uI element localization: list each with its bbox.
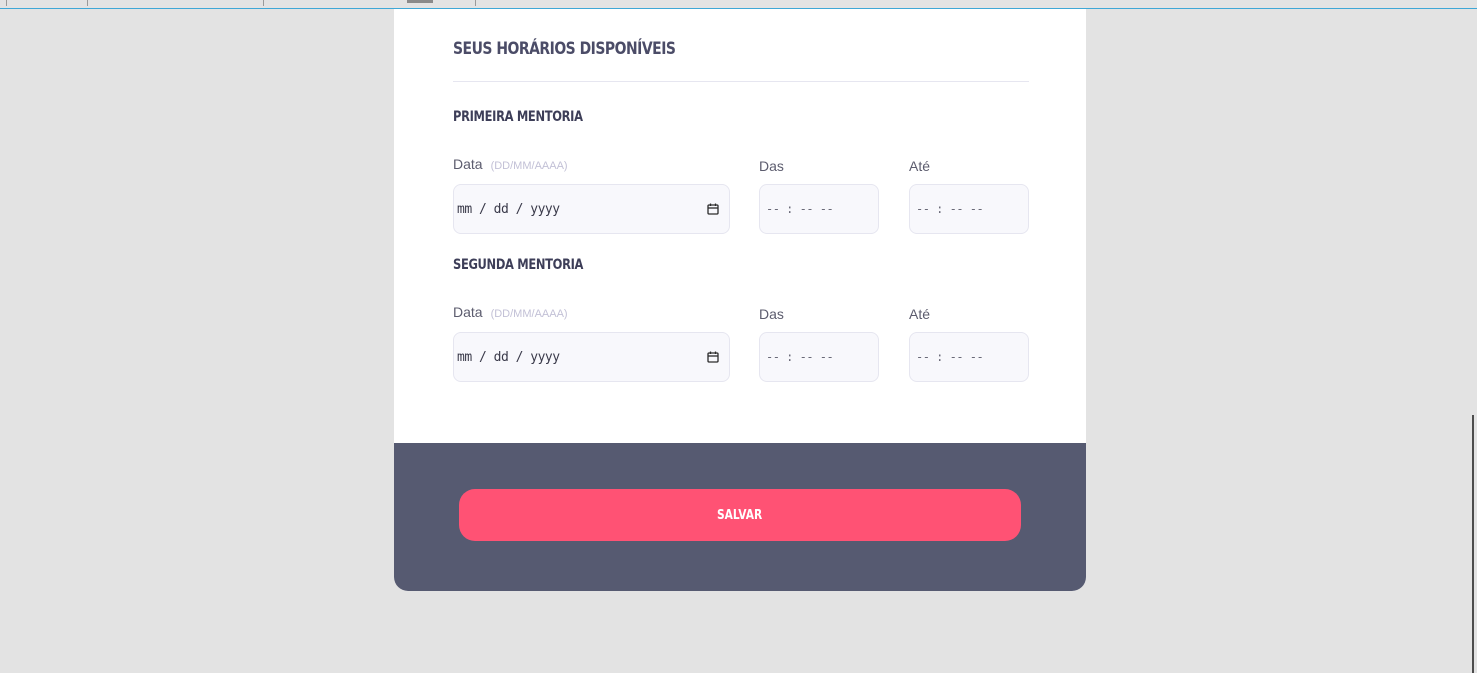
second-to-time-input[interactable]: -- : -- -- xyxy=(909,332,1029,382)
time-input-value: -- : -- -- xyxy=(916,202,984,216)
time-input-value: -- : -- -- xyxy=(916,350,984,364)
calendar-icon[interactable] xyxy=(707,351,719,363)
toolbar-separator xyxy=(87,0,88,6)
first-from-time-input[interactable]: -- : -- -- xyxy=(759,184,879,234)
top-toolbar-edge xyxy=(0,0,1477,9)
date-label: Data (DD/MM/AAAA) xyxy=(453,156,568,172)
toolbar-separator xyxy=(6,0,7,6)
toolbar-control xyxy=(407,0,433,3)
section-title: SEGUNDA MENTORIA xyxy=(453,257,584,273)
first-date-input[interactable]: mm / dd / yyyy xyxy=(453,184,730,234)
toolbar-separator xyxy=(263,0,264,6)
date-format-hint: (DD/MM/AAAA) xyxy=(490,308,568,320)
date-label-text: Data xyxy=(453,304,483,320)
time-input-value: -- : -- -- xyxy=(766,350,834,364)
toolbar-separator xyxy=(475,0,476,6)
first-to-time-input[interactable]: -- : -- -- xyxy=(909,184,1029,234)
calendar-icon[interactable] xyxy=(707,203,719,215)
from-time-label: Das xyxy=(759,306,784,322)
second-from-time-input[interactable]: -- : -- -- xyxy=(759,332,879,382)
save-button[interactable]: SALVAR xyxy=(459,489,1021,541)
time-input-value: -- : -- -- xyxy=(766,202,834,216)
date-label: Data (DD/MM/AAAA) xyxy=(453,304,568,320)
date-format-hint: (DD/MM/AAAA) xyxy=(490,160,568,172)
section-title: PRIMEIRA MENTORIA xyxy=(453,109,583,125)
date-input-value: mm / dd / yyyy xyxy=(457,349,560,365)
to-time-label: Até xyxy=(909,306,931,322)
date-input-value: mm / dd / yyyy xyxy=(457,201,560,217)
form-footer: SALVAR xyxy=(394,443,1086,591)
scrollbar[interactable] xyxy=(1472,415,1474,673)
save-button-label: SALVAR xyxy=(717,507,763,523)
date-label-text: Data xyxy=(453,156,483,172)
availability-form: SEUS HORÁRIOS DISPONÍVEIS PRIMEIRA MENTO… xyxy=(394,9,1086,591)
to-time-label: Até xyxy=(909,158,931,174)
second-date-input[interactable]: mm / dd / yyyy xyxy=(453,332,730,382)
title-divider xyxy=(453,81,1029,82)
form-title: SEUS HORÁRIOS DISPONÍVEIS xyxy=(453,39,676,59)
from-time-label: Das xyxy=(759,158,784,174)
